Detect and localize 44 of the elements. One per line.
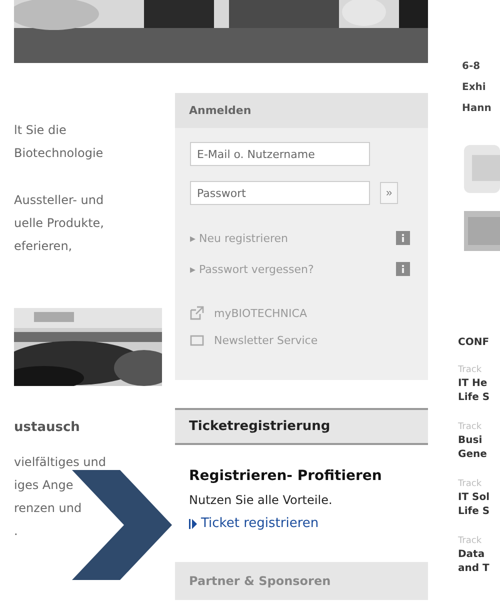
track-title: Gene: [458, 448, 488, 462]
link[interactable]: ▸ Passwort vergessen?: [190, 262, 314, 276]
track-label: Track: [458, 364, 483, 377]
track-label: Track: [458, 478, 483, 491]
track-title: and T: [458, 562, 490, 576]
envelope-icon: [190, 333, 204, 347]
submit-button[interactable]: »: [380, 182, 398, 204]
track-title: IT Sol: [458, 491, 491, 505]
text-line: .: [14, 523, 19, 540]
play-icon: [189, 519, 197, 529]
external-link-icon: [190, 306, 204, 320]
text-line: uelle Produkte,: [14, 215, 105, 232]
text-line: lt Sie die: [14, 122, 68, 139]
section-title: Partner & Sponsoren: [175, 562, 428, 600]
track-title: Life S: [458, 391, 491, 405]
text-line: 6-8: [461, 60, 482, 74]
track-label: Track: [458, 421, 483, 434]
section-title: Ticketregistrierung: [175, 408, 428, 445]
link[interactable]: myBIOTECHNICA: [214, 306, 307, 320]
username-field[interactable]: E-Mail o. Nutzername: [190, 142, 370, 166]
text-line: Hann: [461, 102, 492, 116]
track-title: Life S: [458, 505, 491, 519]
info-icon[interactable]: [396, 262, 410, 276]
text-line: iges Ange: [14, 477, 74, 494]
heading: ustausch: [14, 420, 81, 435]
panel-title: Anmelden: [175, 93, 428, 128]
headline: Registrieren- Profitieren: [189, 467, 383, 486]
text-line: vielfältiges und: [14, 454, 107, 471]
text-line: Exhi: [461, 81, 487, 95]
ticket-link[interactable]: Ticket registrieren: [201, 512, 319, 536]
track-title: Busi: [458, 434, 484, 448]
track-title: IT He: [458, 377, 488, 391]
link[interactable]: Newsletter Service: [214, 334, 318, 346]
text-line: Biotechnologie: [14, 145, 104, 162]
heading: CONF: [458, 337, 490, 348]
info-icon[interactable]: [396, 231, 410, 245]
text-line: Aussteller- und: [14, 192, 105, 209]
text-line: eferieren,: [14, 238, 74, 255]
text-line: renzen und: [14, 500, 83, 517]
description: Nutzen Sie alle Vorteile.: [189, 492, 334, 509]
link[interactable]: ▸ Neu registrieren: [190, 232, 288, 244]
track-label: Track: [458, 535, 483, 548]
password-field[interactable]: Passwort: [190, 181, 370, 205]
track-title: Data: [458, 548, 486, 562]
